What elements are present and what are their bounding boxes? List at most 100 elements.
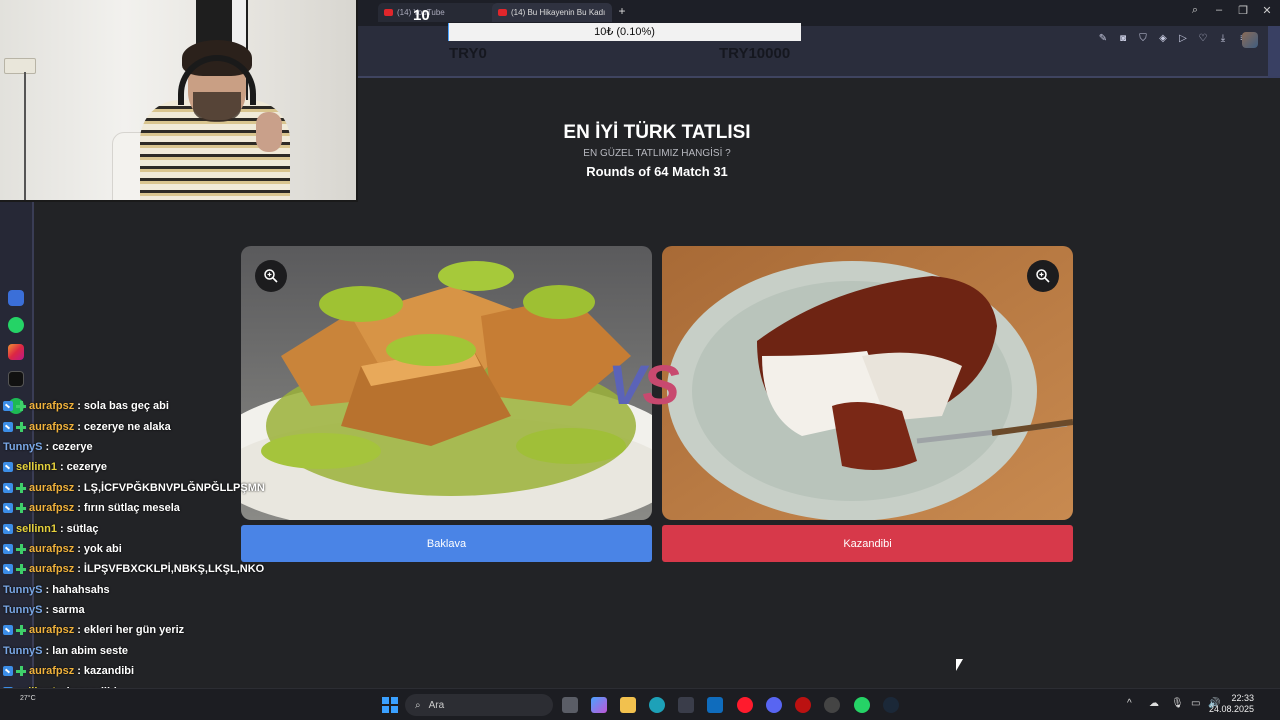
plus-badge-icon [16,503,26,514]
donation-count: 10 [413,7,430,24]
task-view-icon[interactable] [562,697,578,713]
steam-icon[interactable] [883,697,899,713]
chat-message: TunnyS: hahahsahs [0,580,300,600]
chat-username: aurafpsz [29,624,75,637]
edit-icon[interactable]: ✎ [1096,32,1110,46]
chat-separator: : [45,604,50,617]
play-icon[interactable]: ▷ [1176,32,1190,46]
option-card-kazandibi[interactable] [662,246,1073,520]
chat-message: sellinn1: sütlaç [0,518,300,538]
subscriber-badge-icon [3,503,13,514]
clock[interactable]: 22:33 24.08.2025 [1209,693,1254,715]
donation-max-label: TRY10000 [719,45,791,62]
chat-message: aurafpsz: cezerye ne alaka [0,416,300,436]
chat-separator: : [77,542,81,555]
chat-text: ekleri her gün yeriz [83,624,185,637]
heart-icon[interactable]: ♡ [1196,32,1210,46]
donation-progress-text: 10₺ (0.10%) [594,26,655,38]
chat-separator: : [59,522,64,535]
outlook-icon[interactable] [707,697,723,713]
chat-username: TunnyS [3,604,43,617]
instagram-icon [8,344,24,360]
new-tab-button[interactable]: + [615,4,629,18]
clock-time: 22:33 [1231,693,1254,703]
search-icon: ⌕ [415,699,421,711]
chat-text: hahahsahs [52,583,110,596]
shield-icon[interactable]: ⛉ [1136,32,1150,46]
subscriber-badge-icon [3,625,13,636]
sidebar-toggle[interactable] [1268,26,1280,78]
chat-message: TunnyS: sarma [0,600,300,620]
chat-username: aurafpsz [29,563,75,576]
copilot-icon[interactable] [591,697,607,713]
app-icon[interactable] [795,697,811,713]
vote-baklava-button[interactable]: Baklava [241,525,652,562]
search-icon[interactable]: ⌕ [1187,4,1203,17]
chat-text: sola bas geç abi [83,400,169,413]
whatsapp-icon [8,317,24,333]
donation-progress-bar: 10₺ (0.10%) [448,23,801,41]
chat-message: aurafpsz: yok abi [0,539,300,559]
download-icon[interactable]: ⤓ [1216,32,1230,46]
zoom-icon[interactable] [1027,260,1059,292]
chat-username: aurafpsz [29,420,75,433]
file-explorer-icon[interactable] [620,697,636,713]
donation-min-label: TRY0 [449,45,487,62]
restore-icon[interactable]: ❐ [1235,4,1251,17]
plus-badge-icon [16,666,26,677]
minimize-icon[interactable]: – [1211,4,1227,16]
vote-kazandibi-button[interactable]: Kazandibi [662,525,1073,562]
chat-separator: : [77,420,81,433]
close-icon[interactable]: ✕ [1259,4,1275,17]
webcam-outlet [4,58,36,74]
camera-icon[interactable]: ◙ [1116,32,1130,46]
mic-icon[interactable]: 🎙 [1171,698,1184,709]
chat-separator: : [45,440,50,453]
tray-chevron-icon[interactable]: ^ [1127,698,1132,709]
chat-text: İLPŞVFBXCKLPİ,NBKŞ,LKŞL,NKO [83,563,265,576]
vpn-icon[interactable]: ◈ [1156,32,1170,46]
plus-badge-icon [16,625,26,636]
tab-youtube[interactable]: (14) YouTube [378,3,498,22]
chat-text: yok abi [83,542,122,555]
chat-username: TunnyS [3,644,43,657]
chat-message: TunnyS: lan abim seste [0,641,300,661]
edge-icon[interactable] [649,697,665,713]
chat-text: cezerye [66,461,108,474]
round-info: Rounds of 64 Match 31 [586,164,728,179]
subscriber-badge-icon [3,401,13,412]
discord-icon[interactable] [766,697,782,713]
chat-text: sarma [52,604,85,617]
cloud-icon[interactable]: ☁ [1149,698,1159,709]
chat-username: sellinn1 [16,522,57,535]
store-icon[interactable] [678,697,694,713]
kazandibi-image [662,246,1073,520]
tab-label: (14) Bu Hikayenin Bu Kadı [511,8,606,17]
chat-username: aurafpsz [29,542,75,555]
x-icon [8,371,24,387]
avatar[interactable] [1242,32,1258,48]
chat-overlay: aurafpsz: sola bas geç abi aurafpsz: cezery… [0,396,300,702]
zoom-icon[interactable] [255,260,287,292]
windows-start-icon[interactable] [382,697,398,713]
option-card-baklava[interactable] [241,246,652,520]
weather-widget[interactable]: 27°C [20,695,36,702]
kick-icon [8,290,24,306]
browser-toolbar: ✎ ◙ ⛉ ◈ ▷ ♡ ⤓ ≡ [1096,32,1250,46]
chat-username: aurafpsz [29,481,75,494]
chat-message: aurafpsz: LŞ,İCFVPĞKBNVPLĞNPĞLLPŞMN [0,478,300,498]
taskbar: 27°C ⌕ Ara ^ ☁ 🎙 ▭ 🔊 22:33 24.08.2025 [0,688,1280,720]
obs-icon[interactable] [824,697,840,713]
subscriber-badge-icon [3,564,13,575]
taskbar-search[interactable]: ⌕ Ara [405,694,553,716]
chat-separator: : [77,502,81,515]
tab-video[interactable]: (14) Bu Hikayenin Bu Kadı [492,3,612,22]
whatsapp-icon[interactable] [854,697,870,713]
chat-message: aurafpsz: İLPŞVFBXCKLPİ,NBKŞ,LKŞL,NKO [0,559,300,579]
opera-icon[interactable] [737,697,753,713]
chat-separator: : [77,624,81,637]
network-icon[interactable]: ▭ [1191,698,1200,709]
page-title: EN İYİ TÜRK TATLISI [563,122,751,143]
chat-separator: : [59,461,64,474]
youtube-icon [498,9,507,16]
